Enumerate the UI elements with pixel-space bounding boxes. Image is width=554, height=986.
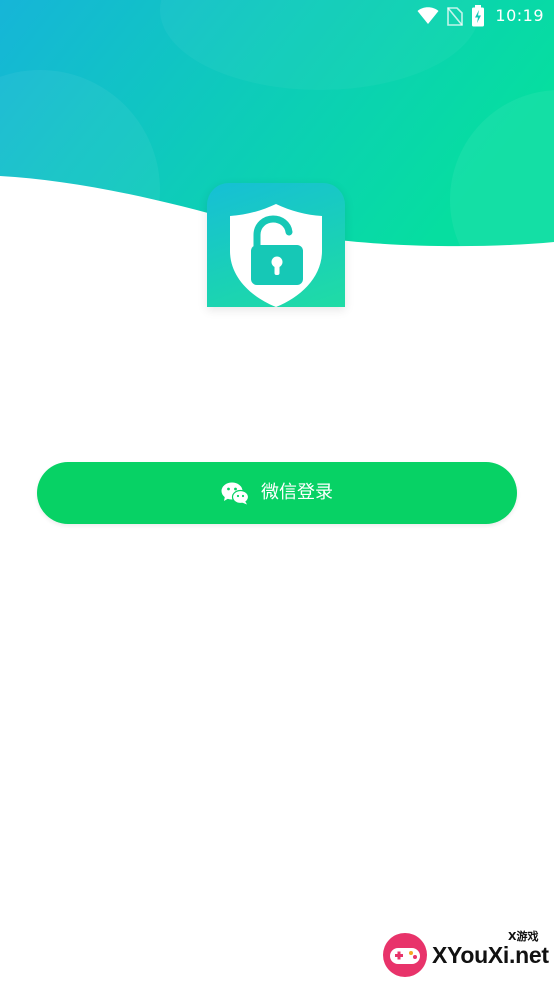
- wifi-icon: [417, 7, 439, 25]
- battery-charging-icon: [471, 5, 485, 27]
- status-time: 10:19: [495, 6, 544, 25]
- status-bar: 10:19: [0, 0, 554, 32]
- app-logo: [207, 183, 345, 307]
- no-sim-icon: [447, 6, 464, 26]
- gamepad-icon: [382, 932, 428, 978]
- watermark-brand: XYouXi.net: [432, 942, 549, 968]
- wechat-login-button[interactable]: 微信登录: [37, 462, 517, 524]
- watermark: X游戏 XYouXi.net: [382, 924, 550, 980]
- status-icons: 10:19: [417, 4, 544, 28]
- shield-unlock-icon: [230, 204, 322, 307]
- wechat-icon: [221, 481, 249, 505]
- wechat-login-label: 微信登录: [261, 482, 333, 503]
